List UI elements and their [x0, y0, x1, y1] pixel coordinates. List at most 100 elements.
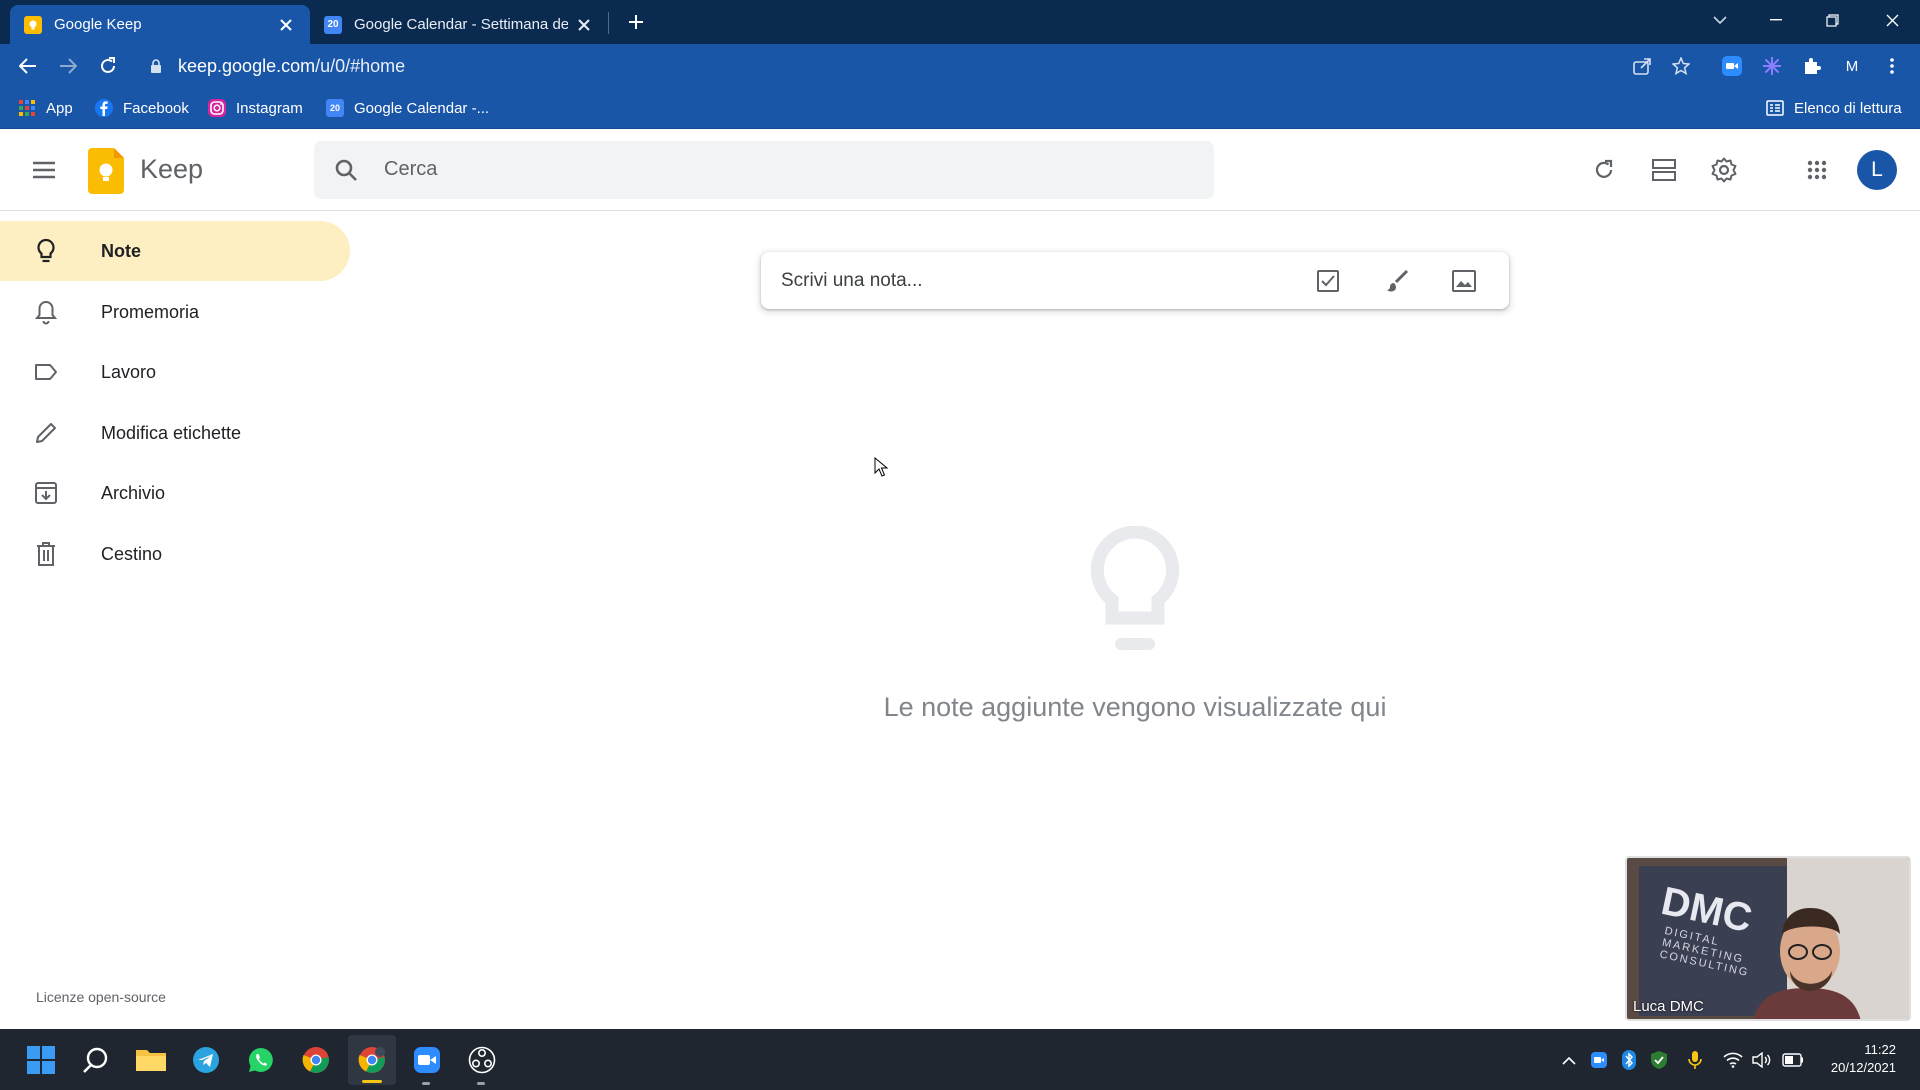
tab-search-button[interactable]: [1692, 0, 1748, 40]
microphone-button[interactable]: [1684, 1049, 1706, 1071]
minimize-button[interactable]: [1748, 0, 1804, 40]
chrome-profile-button[interactable]: [353, 1041, 391, 1079]
profile-button[interactable]: M: [1836, 50, 1868, 82]
participant-name: Luca DMC: [1633, 998, 1704, 1015]
microphone-icon: [1688, 1051, 1702, 1069]
bluetooth-button[interactable]: [1618, 1049, 1640, 1071]
extension-button[interactable]: [1756, 50, 1788, 82]
search-taskbar-button[interactable]: [77, 1041, 115, 1079]
hamburger-menu-icon: [33, 161, 55, 179]
new-image-note-button[interactable]: [1445, 262, 1483, 300]
zoom-app-button[interactable]: [408, 1041, 446, 1079]
extensions-button[interactable]: [1796, 50, 1828, 82]
telegram-button[interactable]: [187, 1041, 225, 1079]
clock-date: 20/12/2021: [1830, 1060, 1896, 1075]
search-icon: [83, 1047, 108, 1073]
browser-toolbar: keep.google.com/u/0/#home M: [0, 44, 1920, 88]
new-list-button[interactable]: [1309, 262, 1347, 300]
tab-google-keep[interactable]: Google Keep: [10, 5, 310, 44]
nav-item-note[interactable]: Note: [0, 221, 350, 281]
list-view-icon: [1652, 159, 1676, 181]
zoom-extension-button[interactable]: [1716, 50, 1748, 82]
plus-icon: [629, 15, 643, 29]
app-title[interactable]: Keep: [140, 154, 203, 185]
image-icon: [1452, 270, 1476, 292]
wifi-button[interactable]: [1722, 1049, 1744, 1071]
open-indicator: [422, 1082, 430, 1085]
open-indicator: [477, 1082, 485, 1085]
start-button[interactable]: [22, 1041, 60, 1079]
nav-item-archivio[interactable]: Archivio: [0, 463, 350, 523]
archive-icon: [30, 477, 62, 509]
bookmark-facebook[interactable]: Facebook: [95, 88, 189, 128]
apps-grid-icon: [1807, 160, 1827, 180]
share-icon: [1633, 58, 1651, 75]
chrome-menu-button[interactable]: [1876, 50, 1908, 82]
whatsapp-button[interactable]: [242, 1041, 280, 1079]
bookmark-label: App: [46, 99, 73, 117]
nav-label: Lavoro: [101, 361, 157, 382]
search-icon: [335, 159, 357, 181]
google-apps-button[interactable]: [1793, 146, 1841, 194]
new-tab-button[interactable]: [622, 8, 650, 36]
active-indicator: [362, 1080, 382, 1083]
wifi-icon: [1723, 1052, 1743, 1068]
close-tab-icon[interactable]: [276, 15, 296, 35]
system-clock[interactable]: 11:22 20/12/2021: [1831, 1041, 1896, 1077]
zoom-icon: [1722, 56, 1742, 76]
bookmark-google-calendar[interactable]: 20 Google Calendar -...: [326, 88, 489, 128]
sparkle-icon: [1763, 57, 1781, 75]
bell-icon: [30, 296, 62, 328]
bookmark-label: Facebook: [123, 99, 189, 117]
security-button[interactable]: [1648, 1049, 1670, 1071]
minimize-icon: [1770, 19, 1782, 21]
nav-label: Modifica etichette: [101, 422, 242, 443]
nav-item-modifica-etichette[interactable]: Modifica etichette: [0, 403, 350, 463]
chevron-up-icon: [1562, 1056, 1576, 1065]
file-explorer-button[interactable]: [132, 1041, 170, 1079]
back-button[interactable]: [12, 50, 44, 82]
search-placeholder: Cerca: [384, 158, 438, 180]
take-note-box[interactable]: Scrivi una nota...: [761, 252, 1509, 309]
refresh-button[interactable]: [1580, 146, 1628, 194]
arrow-left-icon: [19, 58, 36, 74]
empty-state-message: Le note aggiunte vengono visualizzate qu…: [883, 692, 1387, 722]
chrome-button[interactable]: [297, 1041, 335, 1079]
reading-list-button[interactable]: Elenco di lettura: [1766, 88, 1902, 128]
search-box[interactable]: Cerca: [314, 141, 1214, 199]
address-bar[interactable]: keep.google.com/u/0/#home: [136, 49, 1696, 83]
windows-logo-icon: [27, 1046, 55, 1074]
nav-item-promemoria[interactable]: Promemoria: [0, 282, 350, 342]
close-tab-icon[interactable]: [574, 15, 594, 35]
main-menu-button[interactable]: [20, 146, 68, 194]
bookmark-instagram[interactable]: Instagram: [208, 88, 303, 128]
account-avatar[interactable]: L: [1857, 150, 1897, 190]
list-view-button[interactable]: [1640, 146, 1688, 194]
chrome-profile-icon: [358, 1047, 385, 1073]
open-source-licenses-link[interactable]: Licenze open-source: [36, 989, 166, 1005]
settings-button[interactable]: [1700, 146, 1748, 194]
tab-google-calendar[interactable]: 20 Google Calendar - Settimana del: [310, 5, 608, 44]
reload-button[interactable]: [92, 50, 124, 82]
show-hidden-icons-button[interactable]: [1558, 1049, 1580, 1071]
apps-grid-icon: [19, 100, 35, 116]
new-drawing-button[interactable]: [1378, 262, 1416, 300]
nav-item-cestino[interactable]: Cestino: [0, 524, 350, 584]
obs-button[interactable]: [463, 1041, 501, 1079]
folder-icon: [136, 1050, 166, 1071]
gear-icon: [1711, 157, 1737, 183]
bookmark-app[interactable]: App: [18, 88, 73, 128]
restore-button[interactable]: [1804, 0, 1860, 40]
zoom-tray-button[interactable]: [1588, 1049, 1610, 1071]
forward-button[interactable]: [52, 50, 84, 82]
battery-button[interactable]: [1782, 1049, 1804, 1071]
nav-label: Cestino: [101, 543, 163, 564]
nav-item-lavoro[interactable]: Lavoro: [0, 342, 350, 402]
reading-list-icon: [1766, 100, 1784, 116]
mouse-cursor-icon: [874, 457, 888, 477]
reading-list-label: Elenco di lettura: [1794, 99, 1902, 117]
volume-button[interactable]: [1751, 1049, 1773, 1071]
take-note-placeholder: Scrivi una nota...: [781, 270, 923, 291]
keep-logo-icon[interactable]: [88, 148, 124, 194]
close-window-button[interactable]: [1864, 0, 1920, 40]
